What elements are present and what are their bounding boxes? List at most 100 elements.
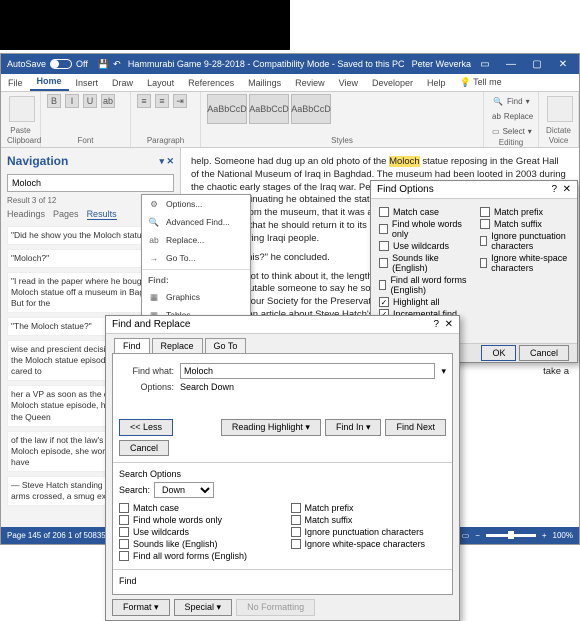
minimize-button[interactable]: — xyxy=(499,54,523,74)
tab-view[interactable]: View xyxy=(332,75,365,91)
checkbox-icon xyxy=(379,224,388,234)
checkbox-find-all-word-forms-english-[interactable]: Find all word forms (English) xyxy=(119,551,275,561)
menu-goto[interactable]: →Go To... xyxy=(142,249,250,267)
tell-me[interactable]: 💡 Tell me xyxy=(453,74,509,91)
find-what-input[interactable] xyxy=(180,363,435,379)
tab-references[interactable]: References xyxy=(181,75,241,91)
align-icon[interactable]: ≡ xyxy=(155,94,169,108)
image-icon: ▦ xyxy=(148,291,160,303)
nav-tab-pages[interactable]: Pages xyxy=(53,209,79,220)
tab-file[interactable]: File xyxy=(1,75,30,91)
save-icon[interactable]: 💾 xyxy=(98,59,109,70)
reading-highlight-button[interactable]: Reading Highlight ▾ xyxy=(221,419,321,436)
ribbon-options-icon[interactable]: ▭ xyxy=(473,54,497,74)
checkbox-ignore-punctuation-characters[interactable]: Ignore punctuation characters xyxy=(480,231,569,251)
user-name[interactable]: Peter Weverka xyxy=(412,59,471,69)
tab-draw[interactable]: Draw xyxy=(105,75,140,91)
paste-icon[interactable] xyxy=(9,96,35,122)
chevron-down-icon[interactable]: ▾ ✕ xyxy=(159,156,174,167)
tab-review[interactable]: Review xyxy=(288,75,332,91)
font-icon[interactable]: U xyxy=(83,94,97,108)
menu-advanced-find[interactable]: 🔍Advanced Find... xyxy=(142,213,250,231)
style-preview[interactable]: AaBbCcD xyxy=(249,94,289,124)
checkbox-match-suffix[interactable]: Match suffix xyxy=(291,515,447,525)
select-icon: ▭ xyxy=(492,125,500,137)
less-button[interactable]: << Less xyxy=(119,419,173,436)
ok-button[interactable]: OK xyxy=(481,345,516,361)
checkbox-match-case[interactable]: Match case xyxy=(379,207,468,217)
find-next-button[interactable]: Find Next xyxy=(385,419,446,436)
dictate-label: Dictate xyxy=(545,126,572,135)
font-icon[interactable]: B xyxy=(47,94,61,108)
fr-tab-goto[interactable]: Go To xyxy=(205,338,247,353)
font-icon[interactable]: ab xyxy=(101,94,115,108)
tab-home[interactable]: Home xyxy=(30,73,69,91)
zoom-value[interactable]: 100% xyxy=(553,531,573,540)
font-icon[interactable]: I xyxy=(65,94,79,108)
help-icon[interactable]: ? xyxy=(433,319,439,330)
cancel-button[interactable]: Cancel xyxy=(519,345,569,361)
find-in-button[interactable]: Find In ▾ xyxy=(325,419,382,436)
checkbox-match-prefix[interactable]: Match prefix xyxy=(291,503,447,513)
search-direction-select[interactable]: Down xyxy=(154,482,214,498)
nav-tab-results[interactable]: Results xyxy=(87,209,117,220)
menu-replace[interactable]: abReplace... xyxy=(142,231,250,249)
special-button[interactable]: Special ▾ xyxy=(174,599,233,616)
chevron-down-icon[interactable]: ▾ xyxy=(441,366,446,377)
checkbox-icon xyxy=(480,236,487,246)
dictate-icon[interactable] xyxy=(547,96,573,122)
select-button[interactable]: ▭Select▾ xyxy=(490,124,532,138)
checkbox-find-all-word-forms-english-[interactable]: Find all word forms (English) xyxy=(379,275,468,295)
checkbox-sounds-like-english-[interactable]: Sounds like (English) xyxy=(119,539,275,549)
menu-options[interactable]: ⚙Options... xyxy=(142,195,250,213)
checkbox-find-whole-words-only[interactable]: Find whole words only xyxy=(119,515,275,525)
checkbox-label: Match prefix xyxy=(305,503,354,513)
cancel-button[interactable]: Cancel xyxy=(119,440,169,456)
close-button[interactable]: ✕ xyxy=(551,54,575,74)
checkbox-match-suffix[interactable]: Match suffix xyxy=(480,219,569,229)
menu-graphics[interactable]: ▦Graphics xyxy=(142,288,250,306)
tab-mailings[interactable]: Mailings xyxy=(241,75,288,91)
find-button[interactable]: 🔍Find▾ xyxy=(490,94,532,108)
help-icon[interactable]: ? xyxy=(551,184,557,195)
tab-help[interactable]: Help xyxy=(420,75,453,91)
zoom-in-icon[interactable]: + xyxy=(542,531,547,540)
tab-insert[interactable]: Insert xyxy=(69,75,106,91)
checkbox-use-wildcards[interactable]: Use wildcards xyxy=(119,527,275,537)
style-preview[interactable]: AaBbCcD xyxy=(207,94,247,124)
replace-button[interactable]: abReplace xyxy=(490,109,532,123)
close-icon[interactable]: ✕ xyxy=(563,184,571,195)
checkbox-icon xyxy=(291,515,301,525)
zoom-out-icon[interactable]: − xyxy=(475,531,480,540)
undo-icon[interactable]: ↶ xyxy=(113,59,121,70)
indent-icon[interactable]: ⇥ xyxy=(173,94,187,108)
options-value: Search Down xyxy=(180,382,234,392)
close-icon[interactable]: ✕ xyxy=(445,319,453,330)
view-icon[interactable]: ▭ xyxy=(462,531,470,540)
checkbox-sounds-like-english-[interactable]: Sounds like (English) xyxy=(379,253,468,273)
maximize-button[interactable]: ▢ xyxy=(525,54,549,74)
checkbox-ignore-punctuation-characters[interactable]: Ignore punctuation characters xyxy=(291,527,447,537)
autosave-toggle[interactable]: AutoSave Off xyxy=(1,59,94,69)
fr-tab-replace[interactable]: Replace xyxy=(152,338,203,353)
format-button[interactable]: Format ▾ xyxy=(112,599,170,616)
tab-developer[interactable]: Developer xyxy=(365,75,420,91)
nav-search-input[interactable] xyxy=(7,174,174,192)
checkbox-ignore-white-space-characters[interactable]: Ignore white-space characters xyxy=(480,253,569,273)
zoom-slider[interactable] xyxy=(486,534,536,537)
checkbox-label: Match suffix xyxy=(494,219,542,229)
ribbon-tabs: File Home Insert Draw Layout References … xyxy=(1,74,579,92)
checkbox-use-wildcards[interactable]: Use wildcards xyxy=(379,241,468,251)
checkbox-find-whole-words-only[interactable]: Find whole words only xyxy=(379,219,468,239)
list-icon[interactable]: ≡ xyxy=(137,94,151,108)
style-preview[interactable]: AaBbCcD xyxy=(291,94,331,124)
nav-tab-headings[interactable]: Headings xyxy=(7,209,45,220)
checkbox-label: Sounds like (English) xyxy=(392,253,468,273)
fr-tab-find[interactable]: Find xyxy=(114,338,150,353)
tab-layout[interactable]: Layout xyxy=(140,75,181,91)
checkbox-ignore-white-space-characters[interactable]: Ignore white-space characters xyxy=(291,539,447,549)
checkbox-match-prefix[interactable]: Match prefix xyxy=(480,207,569,217)
checkbox-match-case[interactable]: Match case xyxy=(119,503,275,513)
checkbox-highlight-all[interactable]: Highlight all xyxy=(379,297,468,307)
checkbox-label: Use wildcards xyxy=(393,241,449,251)
